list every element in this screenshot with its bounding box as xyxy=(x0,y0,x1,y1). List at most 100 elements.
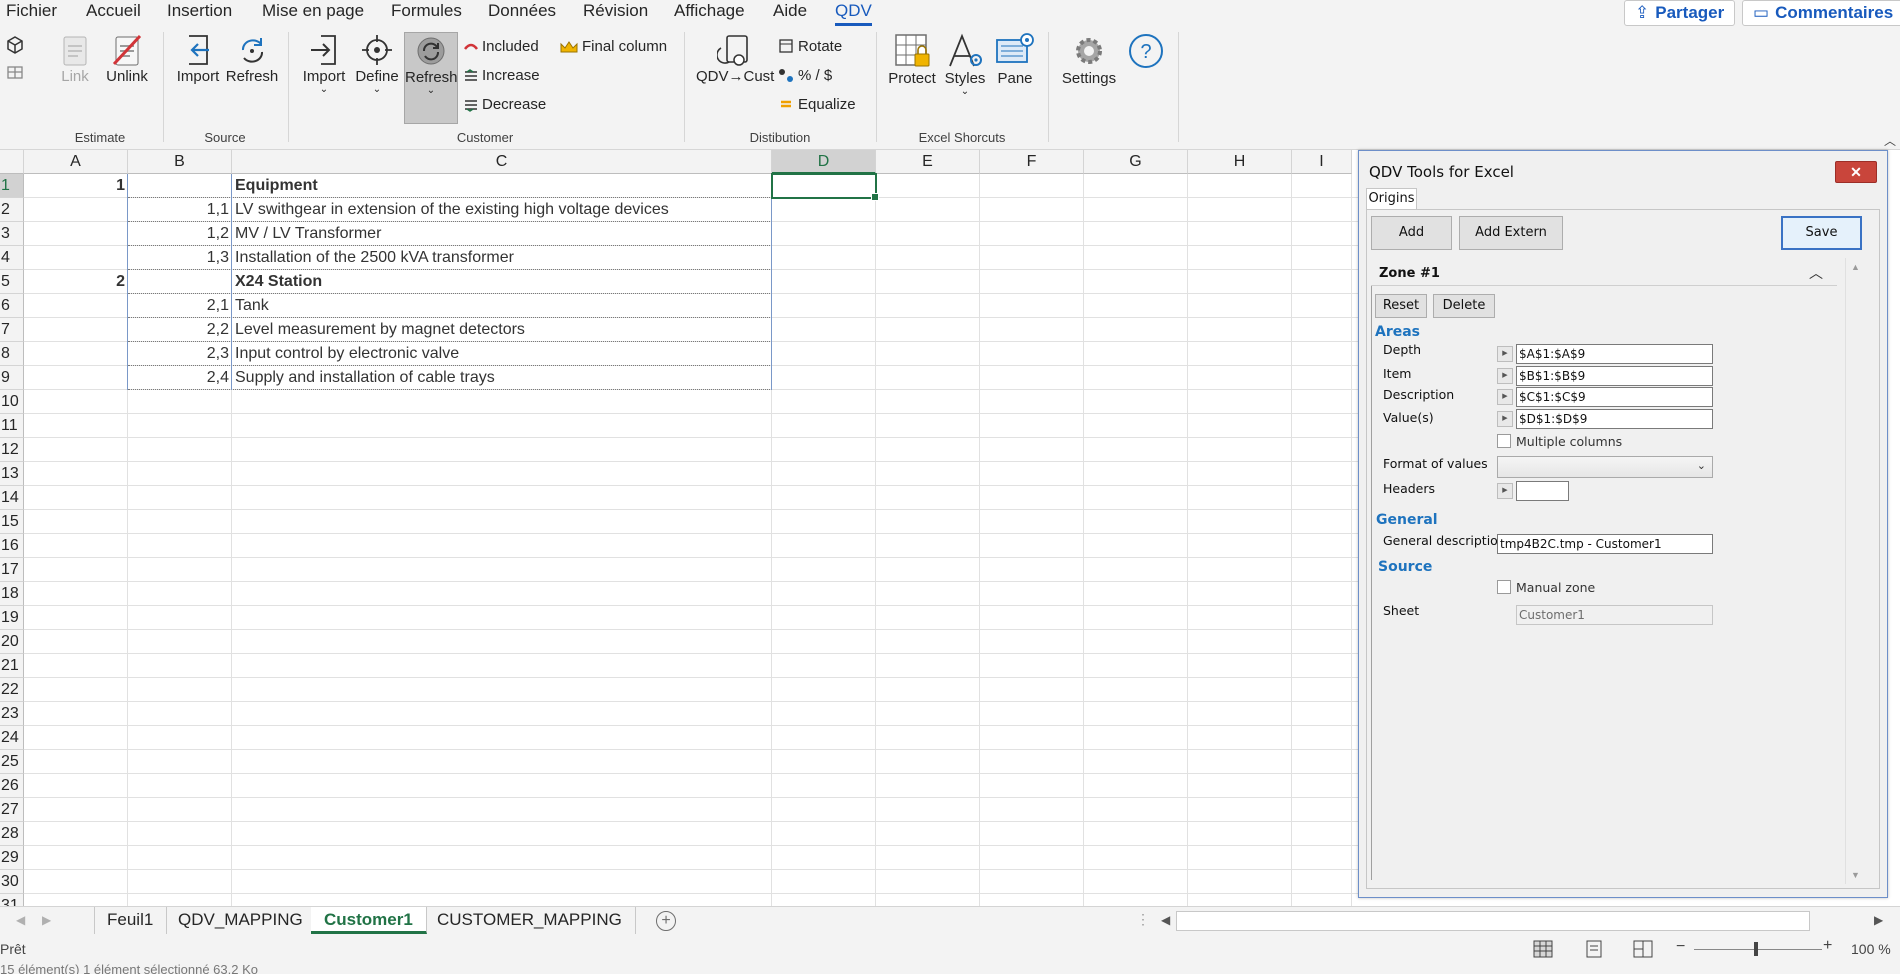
collapse-ribbon-icon[interactable]: ︿ xyxy=(1884,132,1896,149)
cell-c6[interactable]: Tank xyxy=(232,294,772,318)
cell-c3[interactable]: MV / LV Transformer xyxy=(232,222,772,246)
column-header-c[interactable]: C xyxy=(232,150,772,174)
cell-c1[interactable]: Equipment xyxy=(232,174,772,198)
row-header-21[interactable]: 21 xyxy=(0,654,24,678)
delete-button[interactable]: Delete xyxy=(1433,294,1495,318)
decrease-button[interactable]: Decrease xyxy=(464,96,546,113)
chevron-up-icon[interactable]: ︿ xyxy=(1809,263,1823,283)
scroll-right-icon[interactable]: ▶ xyxy=(1874,913,1883,927)
included-button[interactable]: Included xyxy=(464,38,539,55)
customer-refresh-button[interactable]: Refresh ⌄ xyxy=(404,32,458,124)
column-header-h[interactable]: H xyxy=(1188,150,1292,174)
description-field[interactable]: $C$1:$C$9 xyxy=(1516,387,1713,407)
general-description-field[interactable]: tmp4B2C.tmp - Customer1 xyxy=(1497,534,1713,554)
scroll-down-icon[interactable]: ▼ xyxy=(1851,870,1860,880)
row-header-6[interactable]: 6 xyxy=(0,294,24,318)
final-column-button[interactable]: Final column xyxy=(560,38,667,55)
column-header-e[interactable]: E xyxy=(876,150,980,174)
menu-tab-affichage[interactable]: Affichage xyxy=(674,1,745,21)
row-header-31[interactable]: 31 xyxy=(0,894,24,906)
cell-a1[interactable]: 1 xyxy=(24,174,128,198)
help-button[interactable]: ? xyxy=(1126,32,1166,70)
column-header-b[interactable]: B xyxy=(128,150,232,174)
source-import-button[interactable]: Import xyxy=(174,32,222,85)
zoom-level[interactable]: 100 % xyxy=(1851,941,1891,957)
cell-b3[interactable]: 1,2 xyxy=(128,222,232,246)
cell-c8[interactable]: Input control by electronic valve xyxy=(232,342,772,366)
row-header-15[interactable]: 15 xyxy=(0,510,24,534)
cell-c7[interactable]: Level measurement by magnet detectors xyxy=(232,318,772,342)
column-header-d[interactable]: D xyxy=(772,150,876,174)
row-header-3[interactable]: 3 xyxy=(0,222,24,246)
cell-b9[interactable]: 2,4 xyxy=(128,366,232,390)
qdv-to-cust-button[interactable]: QDV→Cust xyxy=(696,32,774,85)
settings-button[interactable]: Settings xyxy=(1058,32,1120,87)
sheet-tab-customer1[interactable]: Customer1 xyxy=(311,907,427,934)
format-of-values-select[interactable]: ⌄ xyxy=(1497,456,1713,478)
cell-c2[interactable]: LV swithgear in extension of the existin… xyxy=(232,198,772,222)
rotate-button[interactable]: Rotate xyxy=(778,38,842,55)
select-all-corner[interactable] xyxy=(0,150,24,174)
tab-splitter-handle[interactable]: ⋮ xyxy=(1136,911,1150,928)
row-header-11[interactable]: 11 xyxy=(0,414,24,438)
zoom-in-icon[interactable]: + xyxy=(1823,937,1832,955)
row-header-18[interactable]: 18 xyxy=(0,582,24,606)
row-header-26[interactable]: 26 xyxy=(0,774,24,798)
pane-titlebar[interactable]: QDV Tools for Excel ✕ xyxy=(1359,151,1887,183)
row-header-8[interactable]: 8 xyxy=(0,342,24,366)
row-header-5[interactable]: 5 xyxy=(0,270,24,294)
scroll-up-icon[interactable]: ▲ xyxy=(1851,262,1860,272)
customer-import-button[interactable]: Import ⌄ xyxy=(298,32,350,95)
cell-b7[interactable]: 2,2 xyxy=(128,318,232,342)
column-header-a[interactable]: A xyxy=(24,150,128,174)
cell-b6[interactable]: 2,1 xyxy=(128,294,232,318)
row-header-14[interactable]: 14 xyxy=(0,486,24,510)
share-button[interactable]: ⇪ Partager xyxy=(1624,0,1736,26)
sheet-tab-qdv-mapping[interactable]: QDV_MAPPING xyxy=(165,907,317,934)
pane-vertical-scrollbar[interactable]: ▲ ▼ xyxy=(1845,258,1865,884)
range-picker-arrow-icon[interactable]: ▶ xyxy=(1497,411,1513,427)
cell-b8[interactable]: 2,3 xyxy=(128,342,232,366)
increase-button[interactable]: Increase xyxy=(464,67,540,84)
row-header-19[interactable]: 19 xyxy=(0,606,24,630)
range-picker-arrow-icon[interactable]: ▶ xyxy=(1497,368,1513,384)
percent-dollar-button[interactable]: % / $ xyxy=(778,67,832,84)
prev-sheet-icon[interactable]: ◀ xyxy=(16,913,25,927)
row-header-29[interactable]: 29 xyxy=(0,846,24,870)
row-header-28[interactable]: 28 xyxy=(0,822,24,846)
page-break-icon[interactable] xyxy=(1633,940,1653,958)
column-header-i[interactable]: I xyxy=(1292,150,1352,174)
cell-a5[interactable]: 2 xyxy=(24,270,128,294)
cell-c9[interactable]: Supply and installation of cable trays xyxy=(232,366,772,390)
cube-icon[interactable] xyxy=(6,36,24,54)
menu-tab-formules[interactable]: Formules xyxy=(391,1,462,21)
menu-tab-donnees[interactable]: Données xyxy=(488,1,556,21)
sheet-tab-feuil1[interactable]: Feuil1 xyxy=(94,907,168,934)
page-layout-icon[interactable] xyxy=(1584,940,1604,958)
horizontal-scrollbar[interactable] xyxy=(1176,911,1810,931)
add-button[interactable]: Add xyxy=(1371,216,1452,250)
scroll-left-icon[interactable]: ◀ xyxy=(1161,913,1170,927)
row-header-25[interactable]: 25 xyxy=(0,750,24,774)
menu-tab-fichier[interactable]: Fichier xyxy=(6,1,57,21)
row-header-16[interactable]: 16 xyxy=(0,534,24,558)
save-button[interactable]: Save xyxy=(1781,216,1862,250)
unlink-button[interactable]: Unlink xyxy=(104,32,150,85)
row-header-20[interactable]: 20 xyxy=(0,630,24,654)
close-button[interactable]: ✕ xyxy=(1835,161,1877,183)
column-header-f[interactable]: F xyxy=(980,150,1084,174)
source-refresh-button[interactable]: Refresh xyxy=(224,32,280,85)
manual-zone-checkbox[interactable] xyxy=(1497,580,1511,594)
row-header-22[interactable]: 22 xyxy=(0,678,24,702)
equalize-button[interactable]: Equalize xyxy=(778,96,856,113)
headers-field[interactable] xyxy=(1516,481,1569,501)
active-cell-d1[interactable] xyxy=(771,173,879,201)
add-extern-button[interactable]: Add Extern xyxy=(1459,216,1563,250)
multiple-columns-checkbox[interactable] xyxy=(1497,434,1511,448)
menu-tab-aide[interactable]: Aide xyxy=(773,1,807,21)
range-picker-arrow-icon[interactable]: ▶ xyxy=(1497,346,1513,362)
zone-header[interactable]: Zone #1 ︿ xyxy=(1371,258,1837,286)
row-header-23[interactable]: 23 xyxy=(0,702,24,726)
styles-button[interactable]: Styles ⌄ xyxy=(940,32,990,97)
menu-tab-revision[interactable]: Révision xyxy=(583,1,648,21)
